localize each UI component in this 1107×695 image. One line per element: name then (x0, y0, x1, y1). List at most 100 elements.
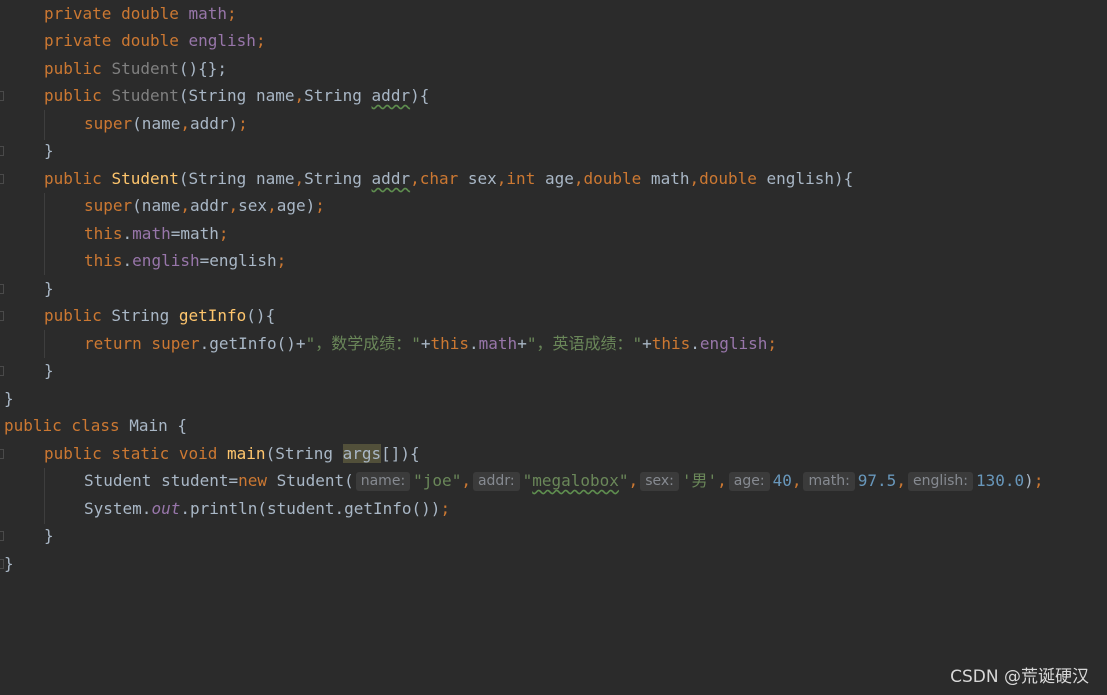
indent-guide (44, 193, 45, 275)
code-token: } (44, 526, 54, 545)
code-token: (String (265, 444, 343, 463)
code-line[interactable]: public Student(String name,String addr){ (44, 83, 429, 109)
code-token: ; (276, 251, 287, 270)
code-token: megalobox (532, 471, 619, 490)
code-token: , (228, 196, 239, 215)
code-token: this (430, 334, 470, 353)
code-token: 97.5 (857, 471, 897, 490)
fold-marker-icon[interactable] (0, 146, 4, 156)
code-token: + (642, 334, 652, 353)
fold-marker-icon[interactable] (0, 174, 4, 184)
code-line[interactable]: } (4, 551, 14, 577)
fold-marker-icon[interactable] (0, 91, 4, 101)
code-line[interactable]: } (44, 138, 54, 164)
code-token: , (628, 471, 639, 490)
code-token: ){ (410, 86, 430, 105)
code-line[interactable]: Student student=new Student(name: "joe", a… (84, 468, 1043, 494)
code-token: []){ (381, 444, 420, 463)
watermark: CSDN @荒诞硬汉 (950, 667, 1089, 687)
code-line[interactable]: public static void main(String args[]){ (44, 441, 420, 467)
fold-marker-icon[interactable] (0, 531, 4, 541)
code-line[interactable]: } (44, 523, 54, 549)
code-token: this (84, 224, 123, 243)
code-token: ; (440, 499, 451, 518)
code-token: "joe" (413, 471, 462, 490)
code-token: Student (111, 59, 179, 78)
code-token: , (689, 169, 700, 188)
code-token: age) (276, 196, 316, 215)
code-token: addr (189, 196, 229, 215)
code-token: public (44, 86, 102, 105)
code-token: double (699, 169, 757, 188)
code-token: System. (84, 499, 152, 518)
highlighted-identifier: args (342, 444, 382, 463)
code-token: (){ (246, 306, 276, 325)
parameter-hint: english: (907, 472, 973, 491)
code-line[interactable]: public Student(){}; (44, 56, 227, 82)
code-token: 130.0 (976, 471, 1025, 490)
code-token: public class (4, 416, 120, 435)
code-token: addr) (189, 114, 239, 133)
code-token: ; (218, 224, 229, 243)
code-token: , (573, 169, 584, 188)
code-line[interactable]: return super.getInfo()+"，数学成绩："+this.mat… (84, 331, 777, 357)
code-token: public (44, 59, 102, 78)
code-token: " (618, 471, 629, 490)
code-token: (){}; (178, 59, 228, 78)
code-token: new (238, 471, 268, 490)
code-editor[interactable]: private double math; private double engl… (0, 0, 1107, 695)
code-token: ; (238, 114, 248, 133)
code-token: , (294, 86, 305, 105)
code-token: "，数学成绩：" (305, 334, 421, 353)
code-token: addr (371, 86, 411, 105)
code-line[interactable]: } (4, 386, 14, 412)
parameter-hint: age: (728, 472, 770, 491)
code-token: this (651, 334, 691, 353)
code-token: char (419, 169, 459, 188)
code-token: } (4, 554, 14, 573)
fold-marker-icon[interactable] (0, 449, 4, 459)
indent-guide (44, 468, 45, 524)
code-token: , (410, 169, 420, 188)
code-line[interactable]: super(name,addr); (84, 111, 248, 137)
fold-marker-icon[interactable] (0, 284, 4, 294)
code-token: } (44, 141, 54, 160)
code-token: this (84, 251, 123, 270)
code-token: ) (1024, 471, 1034, 490)
code-token: math (132, 224, 171, 243)
code-token: Student (111, 169, 179, 188)
code-token: Student student= (84, 471, 239, 490)
code-token: , (496, 169, 507, 188)
code-line[interactable]: } (44, 358, 54, 384)
code-line[interactable]: System.out.println(student.getInfo()); (84, 496, 450, 522)
code-token: main (227, 444, 266, 463)
code-line[interactable]: } (44, 276, 54, 302)
code-token: + (517, 334, 527, 353)
code-line[interactable]: public Student(String name,String addr,c… (44, 166, 853, 192)
code-line[interactable]: this.math=math; (84, 221, 229, 247)
code-line[interactable]: this.english=english; (84, 248, 286, 274)
code-token: "，英语成绩：" (526, 334, 643, 353)
code-token: ; (767, 334, 777, 353)
code-line[interactable]: public class Main { (4, 413, 187, 439)
code-token: public (44, 169, 102, 188)
fold-marker-icon[interactable] (0, 311, 4, 321)
code-token: , (180, 196, 190, 215)
code-line[interactable]: super(name,addr,sex,age); (84, 193, 325, 219)
code-token: ; (315, 196, 325, 215)
code-token: private double (44, 31, 179, 50)
code-token: ; (255, 31, 266, 50)
code-token: public (44, 306, 102, 325)
code-line[interactable]: private double math; (44, 1, 237, 27)
code-token: String (304, 86, 372, 105)
code-token: String (304, 169, 372, 188)
code-token: . (122, 251, 133, 270)
fold-marker-icon[interactable] (0, 366, 4, 376)
code-line[interactable]: private double english; (44, 28, 266, 54)
code-line[interactable]: public String getInfo(){ (44, 303, 275, 329)
code-token: (name (132, 196, 181, 215)
code-token: super (84, 114, 133, 133)
code-token: . (690, 334, 700, 353)
parameter-hint: sex: (640, 472, 679, 491)
code-token: math (188, 4, 228, 23)
